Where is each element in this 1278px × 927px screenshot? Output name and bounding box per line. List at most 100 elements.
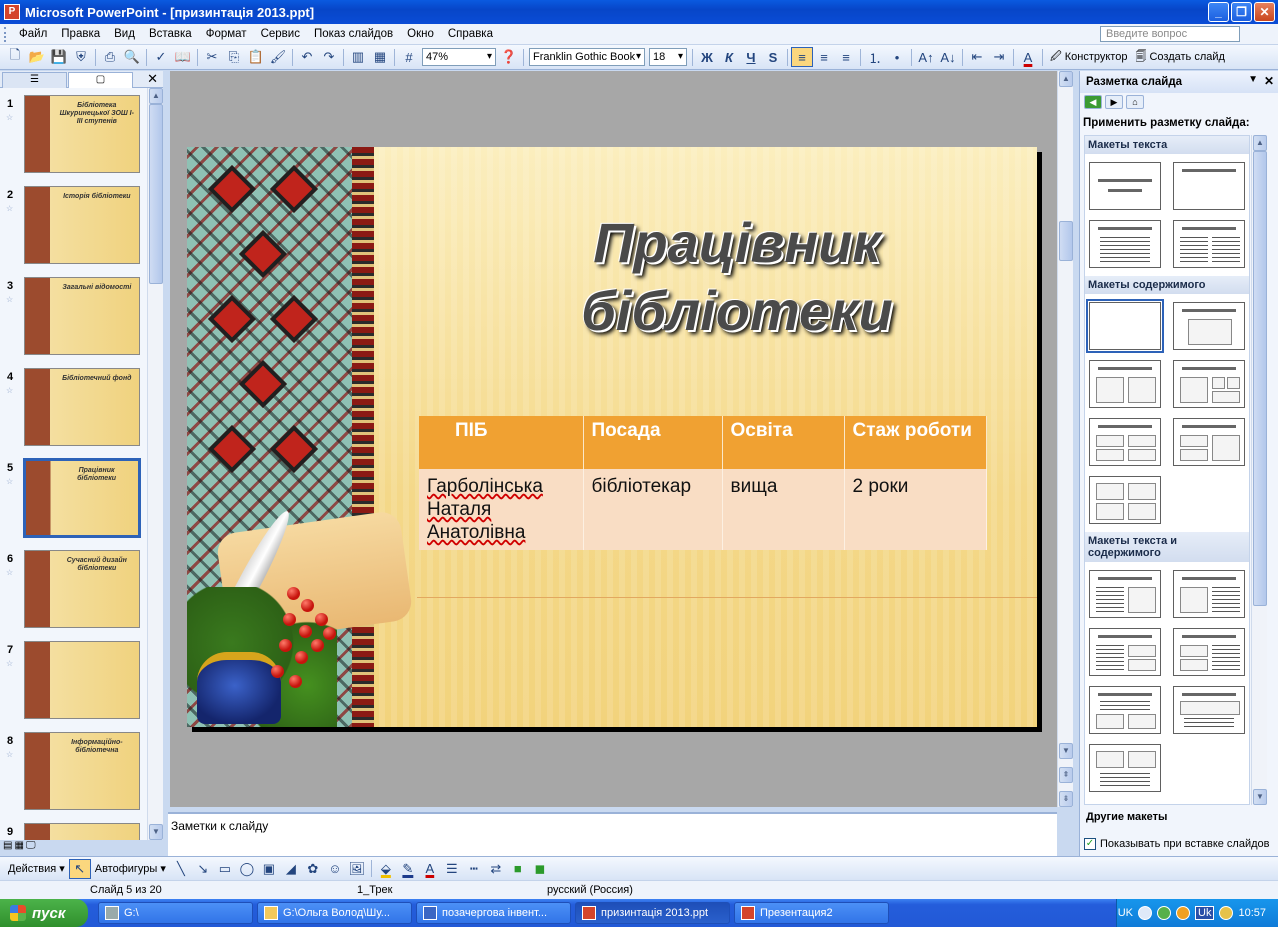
slide-title[interactable]: Працівник бібліотеки xyxy=(477,209,997,345)
layout-title-text[interactable] xyxy=(1089,220,1161,268)
actions-menu[interactable]: Действия ▾ xyxy=(4,862,69,876)
layout-four-content[interactable] xyxy=(1089,476,1161,524)
antivirus-icon[interactable] xyxy=(1157,906,1172,920)
layout-title-two-content[interactable] xyxy=(1089,360,1161,408)
thumbnail-4[interactable]: 4 ☆ Бібліотечний фонд xyxy=(0,361,148,449)
menu-window[interactable]: Окно xyxy=(400,28,441,40)
language-indicator[interactable]: UK xyxy=(1118,907,1133,919)
3d-style-icon[interactable]: ◼ xyxy=(529,859,551,879)
close-button[interactable]: ✕ xyxy=(1254,2,1275,22)
task-folder[interactable]: G:\Ольга Волод\Шу... xyxy=(257,902,412,924)
show-on-insert-option[interactable]: ✓ Показывать при вставке слайдов xyxy=(1084,838,1270,850)
arrow-icon[interactable]: ↘ xyxy=(192,859,214,879)
thumbnails-scrollbar[interactable]: ▲ ▼ xyxy=(147,88,163,840)
staff-table[interactable]: ПІБ Посада Освіта Стаж роботи Гарболінсь… xyxy=(419,416,987,550)
slideshow-icon[interactable]: 🖵 xyxy=(26,840,36,856)
shadow-button[interactable]: S xyxy=(762,47,784,67)
numbering-icon[interactable]: ⒈ xyxy=(864,47,886,67)
task-presentation2[interactable]: Презентация2 xyxy=(734,902,889,924)
bold-button[interactable]: Ж xyxy=(696,47,718,67)
thumbnail-8[interactable]: 8 ☆ Інформаційно-бібліотечна xyxy=(0,725,148,813)
thumbnail-1[interactable]: 1 ☆ Бібліотека Шкуринецької ЗОШ І-ІІІ ступ… xyxy=(0,88,148,176)
increase-indent-icon[interactable]: ⇥ xyxy=(988,47,1010,67)
textbox-icon[interactable]: ▣ xyxy=(258,859,280,879)
menu-insert[interactable]: Вставка xyxy=(142,28,199,40)
thumbnail-3[interactable]: 3 ☆ Загальні відомості xyxy=(0,270,148,358)
oval-icon[interactable]: ◯ xyxy=(236,859,258,879)
layout-content-text[interactable] xyxy=(1173,570,1245,618)
picture-icon[interactable]: 🖼 xyxy=(346,859,368,879)
layout-title-content[interactable] xyxy=(1173,302,1245,350)
design-button[interactable]: 🖉 Конструктор xyxy=(1046,48,1131,67)
zoom-combo[interactable]: 47% xyxy=(422,48,496,66)
layouts-scrollbar[interactable]: ▲ ▼ xyxy=(1251,135,1267,805)
slide-sorter-icon[interactable]: ▦ xyxy=(14,840,23,856)
insert-chart-icon[interactable]: ▥ xyxy=(347,47,369,67)
layout-title-content-over-text[interactable] xyxy=(1173,686,1245,734)
menu-tools[interactable]: Сервис xyxy=(254,28,307,40)
select-pointer-icon[interactable]: ↖ xyxy=(68,858,91,879)
clipart-icon[interactable]: ☺ xyxy=(324,859,346,879)
font-size-combo[interactable]: 18 xyxy=(649,48,687,66)
align-left-icon[interactable]: ≡ xyxy=(791,47,813,67)
print-preview-icon[interactable]: 🔍 xyxy=(121,47,143,67)
bullets-icon[interactable]: • xyxy=(886,47,908,67)
redo-icon[interactable]: ↷ xyxy=(318,47,340,67)
shadow-style-icon[interactable]: ■ xyxy=(507,859,529,879)
copy-icon[interactable]: ⎘ xyxy=(223,47,245,67)
layout-text-content[interactable] xyxy=(1089,570,1161,618)
align-right-icon[interactable]: ≡ xyxy=(835,47,857,67)
font-color-icon[interactable]: A xyxy=(1017,47,1039,67)
insert-table-icon[interactable]: ▦ xyxy=(369,47,391,67)
thumbnail-7[interactable]: 7 ☆ xyxy=(0,634,148,722)
menu-file[interactable]: Файл xyxy=(12,28,54,40)
autoshapes-menu[interactable]: Автофигуры ▾ xyxy=(91,862,170,876)
canvas-scrollbar[interactable]: ▲ ▼ ⇞ ⇟ xyxy=(1057,71,1073,807)
scroll-thumb[interactable] xyxy=(149,104,163,284)
scroll-down-icon[interactable]: ▼ xyxy=(149,824,163,840)
cell-experience[interactable]: 2 роки xyxy=(844,469,987,550)
next-slide-icon[interactable]: ⇟ xyxy=(1059,791,1073,807)
menu-slideshow[interactable]: Показ слайдов xyxy=(307,28,400,40)
task-word-document[interactable]: позачергова інвент... xyxy=(416,902,571,924)
scroll-thumb[interactable] xyxy=(1059,221,1073,261)
show-on-insert-checkbox[interactable]: ✓ xyxy=(1084,838,1096,850)
print-icon[interactable]: ⎙ xyxy=(99,47,121,67)
network-icon[interactable] xyxy=(1138,906,1153,920)
scroll-up-icon[interactable]: ▲ xyxy=(149,88,163,104)
keyboard-layout-icon[interactable]: Uk xyxy=(1195,906,1215,920)
slide[interactable]: Працівник бібліотеки ПІБ Посада Освіта С… xyxy=(187,147,1037,727)
scroll-up-icon[interactable]: ▲ xyxy=(1059,71,1073,87)
header-position[interactable]: Посада xyxy=(583,416,723,469)
line-icon[interactable]: ╲ xyxy=(170,859,192,879)
previous-slide-icon[interactable]: ⇞ xyxy=(1059,767,1073,783)
underline-button[interactable]: Ч xyxy=(740,47,762,67)
fill-color-icon[interactable]: ⬙ xyxy=(375,859,397,879)
restore-button[interactable]: ❐ xyxy=(1231,2,1252,22)
scroll-down-icon[interactable]: ▼ xyxy=(1253,789,1267,805)
scroll-down-icon[interactable]: ▼ xyxy=(1059,743,1073,759)
cell-name[interactable]: Гарболінська Наталя Анатолівна xyxy=(419,469,584,550)
menu-help[interactable]: Справка xyxy=(441,28,500,40)
menu-view[interactable]: Вид xyxy=(107,28,142,40)
tab-outline[interactable]: ☰ xyxy=(2,72,67,88)
menu-edit[interactable]: Правка xyxy=(54,28,107,40)
dropdown-icon[interactable]: ▼ xyxy=(1248,74,1258,85)
cut-icon[interactable]: ✂ xyxy=(201,47,223,67)
save-icon[interactable]: 💾 xyxy=(48,47,70,67)
grip-handle[interactable] xyxy=(4,26,8,42)
close-pane-icon[interactable]: ✕ xyxy=(147,71,158,87)
layout-content-over-text[interactable] xyxy=(1089,744,1161,792)
font-combo[interactable]: Franklin Gothic Book xyxy=(529,48,645,66)
increase-font-icon[interactable]: A↑ xyxy=(915,47,937,67)
open-folder-icon[interactable]: 📂 xyxy=(26,47,48,67)
normal-view-icon[interactable]: ▤ xyxy=(3,840,12,856)
layout-title-content-2[interactable] xyxy=(1173,360,1245,408)
align-center-icon[interactable]: ≡ xyxy=(813,47,835,67)
scroll-thumb[interactable] xyxy=(1253,151,1267,606)
speaker-icon[interactable] xyxy=(1219,906,1234,920)
decrease-indent-icon[interactable]: ⇤ xyxy=(966,47,988,67)
layout-title-text-over-content[interactable] xyxy=(1089,686,1161,734)
rectangle-icon[interactable]: ▭ xyxy=(214,859,236,879)
dash-style-icon[interactable]: ┅ xyxy=(463,859,485,879)
